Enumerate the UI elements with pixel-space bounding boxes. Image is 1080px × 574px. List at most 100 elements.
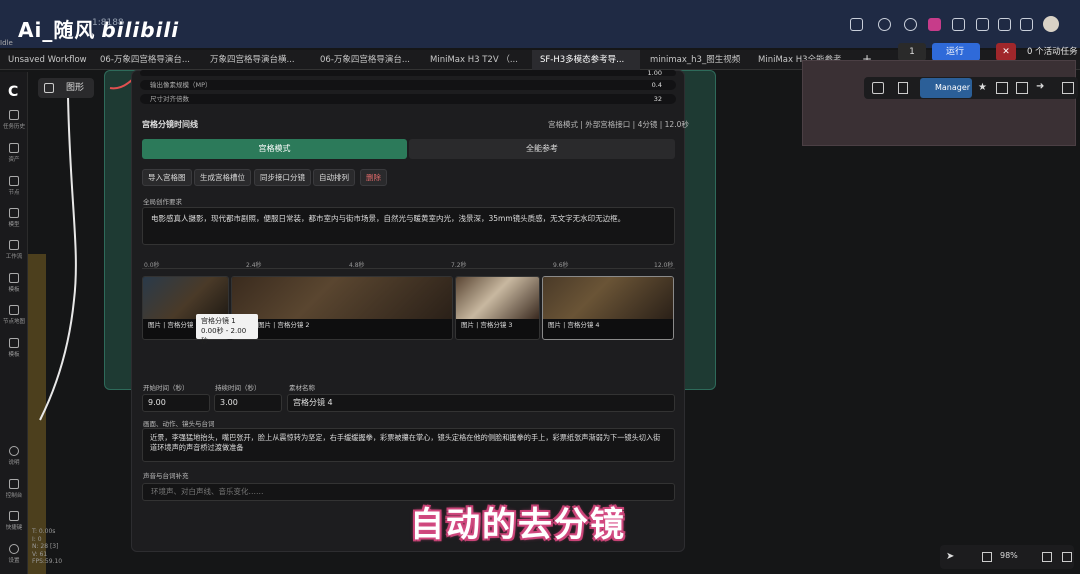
timeline-clip[interactable]: 图片 | 宫格分镜 3 [455, 276, 540, 340]
start-time-label: 开始时间（秒） [143, 384, 189, 392]
sidebar-item-label: 说明 [8, 460, 20, 466]
prompt-label: 全局创作要求 [143, 198, 182, 206]
stat-line: V: 61 [32, 550, 48, 558]
sidebar-item-label: 模型 [8, 222, 20, 228]
manager-button[interactable]: Manager [920, 78, 972, 98]
floating-panel [802, 60, 1076, 146]
app-logo: C [8, 84, 19, 100]
param-size-align[interactable]: 尺寸对齐倍数 32 [140, 94, 676, 104]
video-caption: 自动的去分镜 [410, 505, 626, 545]
mode-ref-button[interactable]: 全能参考 [409, 139, 675, 159]
duration-input[interactable]: 3.00 [214, 394, 282, 412]
share-icon[interactable]: ➜ [1036, 81, 1044, 92]
star-tool-icon[interactable]: ★ [978, 82, 987, 93]
batch-count-input[interactable]: 1 [898, 43, 926, 61]
action-textarea[interactable]: 近景，李强猛地抬头，嘴巴张开，脸上从震惊转为坚定，右手缓缓握拳，彩票被攥在掌心，… [142, 428, 675, 462]
tab-workflow-7[interactable]: minimax_h3_图生视频 [642, 50, 748, 70]
sidebar-item-console[interactable]: 控制台 [0, 479, 28, 499]
sidebar-item-models[interactable]: 模型 [0, 208, 28, 228]
stat-line: I: 0 [32, 535, 42, 543]
tool-icon-a[interactable] [996, 82, 1008, 94]
section-title: 宫格分镜时间线 [142, 120, 198, 129]
tab-workflow-2[interactable]: 06-万象四宫格导演台... [92, 50, 200, 70]
param-partial[interactable]: 1.00 [140, 70, 676, 76]
param-value: 32 [653, 95, 662, 103]
address-bar[interactable]: 1:8188 [92, 18, 492, 34]
sidebar-item-settings[interactable]: 设置 [0, 544, 28, 564]
graph-icon [44, 83, 54, 93]
sidebar-item-history[interactable]: 任务历史 [0, 110, 28, 130]
param-value: 0.4 [651, 81, 662, 89]
sidebar-item-label: 设置 [8, 558, 20, 564]
tool-icon-b[interactable] [1016, 82, 1028, 94]
node-library-icon[interactable] [872, 82, 884, 94]
material-name-input[interactable]: 宫格分镜 4 [287, 394, 675, 412]
import-grid-button[interactable]: 导入宫格图 [142, 169, 192, 186]
tab-workflow-3[interactable]: 万象四宫格导演台横... [202, 50, 310, 70]
param-output-mp[interactable]: 输出像素规模（MP） 0.4 [140, 80, 676, 90]
tooltip-title: 宫格分镜 1 [201, 317, 236, 325]
tab-unsaved-workflow[interactable]: Unsaved Workflow [0, 50, 90, 70]
clip-caption: 图片 | 宫格分镜 1 [148, 321, 200, 329]
sidebar-item-shortcuts[interactable]: 快捷键 [0, 511, 28, 531]
copilot-icon[interactable] [1020, 18, 1033, 31]
sidebar-item-label: 控制台 [5, 493, 23, 499]
tab-workflow-active[interactable]: SF-H3多模态参考导... [532, 50, 640, 70]
start-time-input[interactable]: 9.00 [142, 394, 210, 412]
select-tool-icon[interactable]: ➤ [946, 551, 954, 562]
sidebar-item-workflows[interactable]: 工作流 [0, 240, 28, 260]
action-label: 画面、动作、镜头与台词 [143, 420, 215, 428]
panel-toggle-icon[interactable] [1062, 82, 1074, 94]
perf-stats: T: 0.00s I: 0 N: 28 [3] V: 61 FPS:59.10 [32, 528, 62, 566]
clip-caption: 图片 | 宫格分镜 2 [258, 321, 310, 329]
extension-icon[interactable] [928, 18, 941, 31]
favorites-icon[interactable] [976, 18, 989, 31]
collections-icon[interactable] [998, 18, 1011, 31]
clip-caption: 图片 | 宫格分镜 3 [461, 321, 513, 329]
extensions-icon[interactable] [850, 18, 863, 31]
tab-workflow-5[interactable]: MiniMax H3 T2V （... [422, 50, 530, 70]
sidebar-item-label: 快捷键 [5, 525, 23, 531]
timeline-clip[interactable]: 图片 | 宫格分镜 2 [231, 276, 453, 340]
sidebar-item-node-map[interactable]: 节点地图 [0, 305, 28, 325]
mode-grid-button[interactable]: 宫格模式 [142, 139, 407, 159]
link-visibility-icon[interactable] [1062, 552, 1072, 562]
sync-shots-button[interactable]: 同步接口分镜 [254, 169, 311, 186]
sidebar-item-label: 节点地图 [2, 319, 25, 325]
sound-label: 声音与台词补充 [143, 472, 189, 480]
clip-tooltip: 宫格分镜 1 0.00秒 - 2.00秒 [196, 314, 258, 345]
sidebar-item-assets[interactable]: 资产 [0, 143, 28, 163]
group-node-fragment [28, 254, 46, 574]
zoom-icon[interactable] [878, 18, 891, 31]
sidebar-item-label: 资产 [8, 157, 20, 163]
stop-button[interactable]: ✕ [996, 43, 1016, 61]
timeline-clip-selected[interactable]: 图片 | 宫格分镜 4 [542, 276, 674, 340]
auto-arrange-button[interactable]: 自动排列 [313, 169, 355, 186]
stat-line: T: 0.00s [32, 528, 56, 535]
puzzle-icon[interactable] [952, 18, 965, 31]
watermark-text: Ai_随风 [18, 18, 96, 42]
tab-workflow-4[interactable]: 06-万象四宫格导演台... [312, 50, 420, 70]
sidebar-item-help[interactable]: 说明 [0, 446, 28, 466]
active-tasks-status: 0 个活动任务 [1027, 47, 1078, 57]
minimap-icon[interactable] [1042, 552, 1052, 562]
avatar[interactable] [1043, 16, 1059, 32]
section-info: 宫格模式 | 外部宫格接口 | 4分镜 | 12.0秒 [548, 120, 689, 129]
generate-slots-button[interactable]: 生成宫格槽位 [194, 169, 251, 186]
star-icon[interactable] [904, 18, 917, 31]
sidebar-item-nodes[interactable]: 节点 [0, 176, 28, 196]
sidebar-item-templates[interactable]: 模板 [0, 273, 28, 293]
fit-view-icon[interactable] [982, 552, 992, 562]
sidebar-item-label: 节点 [8, 190, 20, 196]
global-prompt-textarea[interactable]: 电影感真人摄影，现代都市剧照，便服日常装，都市室内与街市场景，自然光与暖黄室内光… [142, 207, 675, 245]
run-button[interactable]: 运行 [932, 43, 980, 61]
param-value: 1.00 [647, 69, 662, 77]
delete-button[interactable]: 删除 [360, 169, 387, 186]
zoom-level[interactable]: 98% [1000, 551, 1018, 560]
sidebar-item-label: 任务历史 [2, 124, 25, 130]
timeline-ruler [142, 268, 675, 269]
sidebar-item-templates-2[interactable]: 模板 [0, 338, 28, 358]
stat-line: N: 28 [3] [32, 543, 59, 550]
tooltip-range: 0.00秒 - 2.00秒 [201, 327, 247, 345]
bookmark-icon[interactable] [898, 82, 908, 94]
